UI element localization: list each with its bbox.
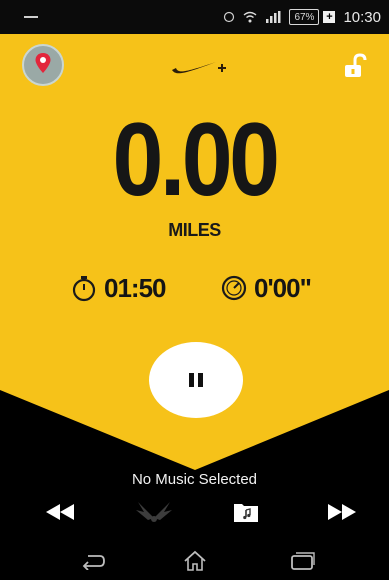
home-button[interactable]: [182, 550, 208, 576]
music-library-button[interactable]: [232, 500, 260, 528]
fast-forward-icon: [327, 503, 357, 525]
status-icons: 67% + 10:30: [223, 8, 381, 26]
map-button[interactable]: [22, 44, 64, 86]
nike-plus-logo: [170, 54, 230, 78]
pace-value: 0'00": [254, 272, 312, 303]
pace-stat: 0'00": [220, 270, 312, 306]
rewind-button[interactable]: [44, 500, 76, 528]
notification-dash-icon: [24, 16, 38, 18]
recent-apps-icon: [290, 551, 316, 576]
unlock-button[interactable]: [341, 52, 369, 80]
home-icon: [183, 550, 207, 577]
stopwatch-icon: [70, 274, 98, 302]
unlock-icon: [341, 53, 369, 84]
back-icon: [80, 552, 106, 575]
speedometer-icon: [220, 274, 248, 302]
clock: 10:30: [343, 8, 381, 26]
distance-unit: MILES: [168, 220, 221, 240]
pause-button[interactable]: [149, 342, 243, 418]
battery-indicator: 67%: [289, 9, 320, 25]
status-bar: 67% + 10:30: [0, 0, 389, 34]
recent-apps-button[interactable]: [288, 550, 318, 576]
fast-forward-button[interactable]: [326, 500, 358, 528]
music-status: No Music Selected: [131, 471, 258, 488]
music-folder-icon: [233, 501, 259, 528]
rewind-icon: [45, 503, 75, 525]
wifi-icon: [243, 11, 257, 23]
distance-value: 0.00: [112, 102, 280, 218]
alarm-icon: [223, 11, 235, 23]
charging-plus-icon: +: [323, 11, 336, 23]
pause-icon: [189, 373, 203, 387]
duration-stat: 01:50: [70, 270, 166, 306]
winged-icon: [134, 498, 174, 531]
nike-running-screen: 67% + 10:30 0.00 MILES 01:50 0'00" No Mu…: [0, 0, 389, 580]
back-button[interactable]: [78, 550, 108, 576]
powersong-button[interactable]: [134, 500, 174, 528]
signal-icon: [265, 11, 281, 23]
map-pin-icon: [34, 52, 52, 79]
duration-value: 01:50: [104, 272, 166, 303]
